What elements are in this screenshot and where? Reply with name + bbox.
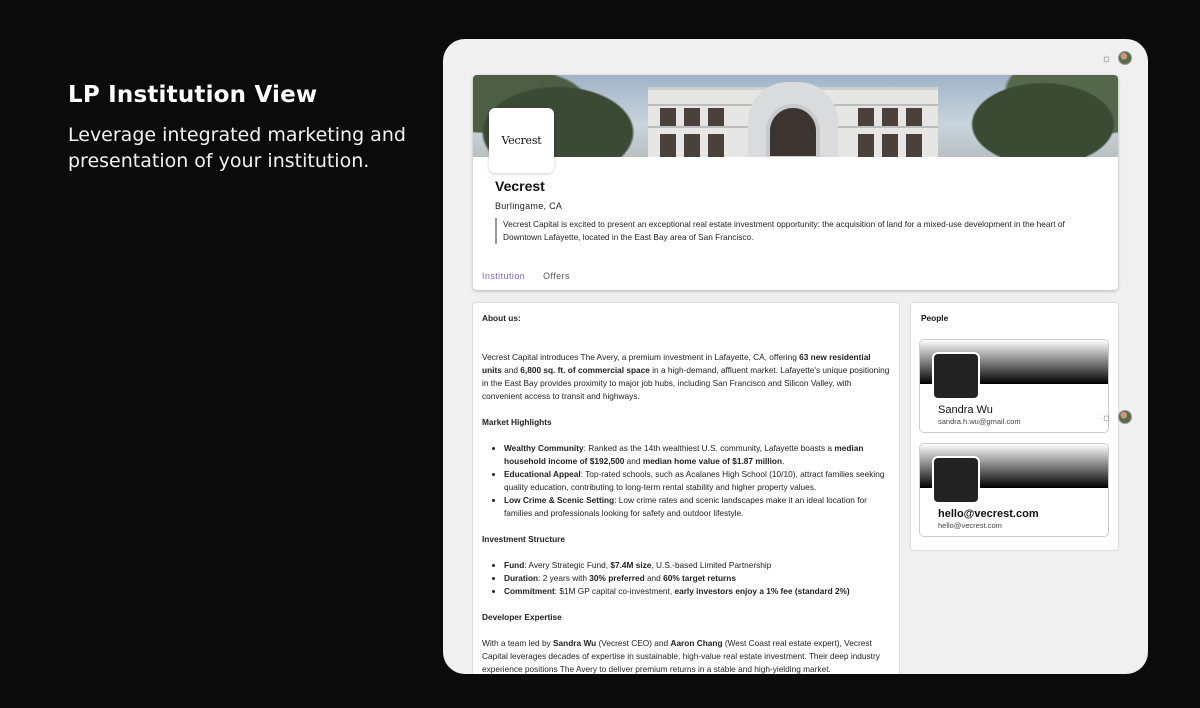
hero-text: LP Institution View Leverage integrated …: [68, 82, 428, 174]
tab-institution[interactable]: Institution: [482, 271, 525, 281]
topbar-icons: ☼: [1101, 51, 1132, 65]
sun-icon[interactable]: ☼: [1101, 52, 1113, 64]
sun-icon[interactable]: ☼: [1101, 411, 1113, 423]
hero-subtitle: Leverage integrated marketing and presen…: [68, 124, 406, 172]
list-item: Duration: 2 years with 30% preferred and…: [504, 572, 890, 585]
person-card[interactable]: Sandra Wu sandra.h.wu@gmail.com: [920, 340, 1108, 432]
tab-offers[interactable]: Offers: [543, 271, 570, 281]
about-us-card: About us: Vecrest Capital introduces The…: [473, 303, 899, 674]
developer-expertise-heading: Developer Expertise: [482, 612, 562, 622]
people-title: People: [921, 313, 949, 323]
institution-description: Vecrest Capital is excited to present an…: [495, 218, 1095, 244]
hero-title: LP Institution View: [68, 82, 318, 108]
person-email: sandra.h.wu@gmail.com: [938, 417, 1021, 426]
about-heading: About us:: [482, 313, 521, 323]
market-highlights-list: Wealthy Community: Ranked as the 14th we…: [482, 442, 890, 520]
market-highlights-heading: Market Highlights: [482, 417, 552, 427]
institution-banner-image: [473, 75, 1118, 157]
avatar: [932, 456, 980, 504]
app-window: ☼ Vecrest Vecrest Burlingame, CA Vecrest…: [443, 39, 1148, 674]
person-card[interactable]: hello@vecrest.com hello@vecrest.com: [920, 444, 1108, 536]
developer-expertise-text: With a team led by Sandra Wu (Vecrest CE…: [482, 638, 880, 674]
avatar: [932, 352, 980, 400]
investment-structure-list: Fund: Avery Strategic Fund, $7.4M size, …: [482, 559, 890, 598]
person-name: Sandra Wu: [938, 404, 993, 416]
about-intro: Vecrest Capital introduces The Avery, a …: [482, 352, 890, 401]
institution-tabs: Institution Offers: [482, 271, 570, 281]
person-name: hello@vecrest.com: [938, 508, 1039, 520]
user-avatar[interactable]: [1118, 410, 1132, 424]
list-item: Commitment: $1M GP capital co-investment…: [504, 585, 890, 598]
floating-icons: ☼: [1101, 410, 1132, 424]
list-item: Educational Appeal: Top-rated schools, s…: [504, 468, 890, 494]
logo-text: Vecrest: [501, 134, 542, 147]
institution-name: Vecrest: [495, 178, 545, 194]
people-card: People Sandra Wu sandra.h.wu@gmail.com h…: [911, 303, 1118, 550]
investment-structure-heading: Investment Structure: [482, 534, 565, 544]
list-item: Wealthy Community: Ranked as the 14th we…: [504, 442, 890, 468]
institution-profile-card: Vecrest Vecrest Burlingame, CA Vecrest C…: [473, 75, 1118, 290]
list-item: Low Crime & Scenic Setting: Low crime ra…: [504, 494, 890, 520]
institution-location: Burlingame, CA: [495, 201, 563, 211]
list-item: Fund: Avery Strategic Fund, $7.4M size, …: [504, 559, 890, 572]
user-avatar[interactable]: [1118, 51, 1132, 65]
institution-logo: Vecrest: [489, 108, 554, 173]
person-email: hello@vecrest.com: [938, 521, 1002, 530]
